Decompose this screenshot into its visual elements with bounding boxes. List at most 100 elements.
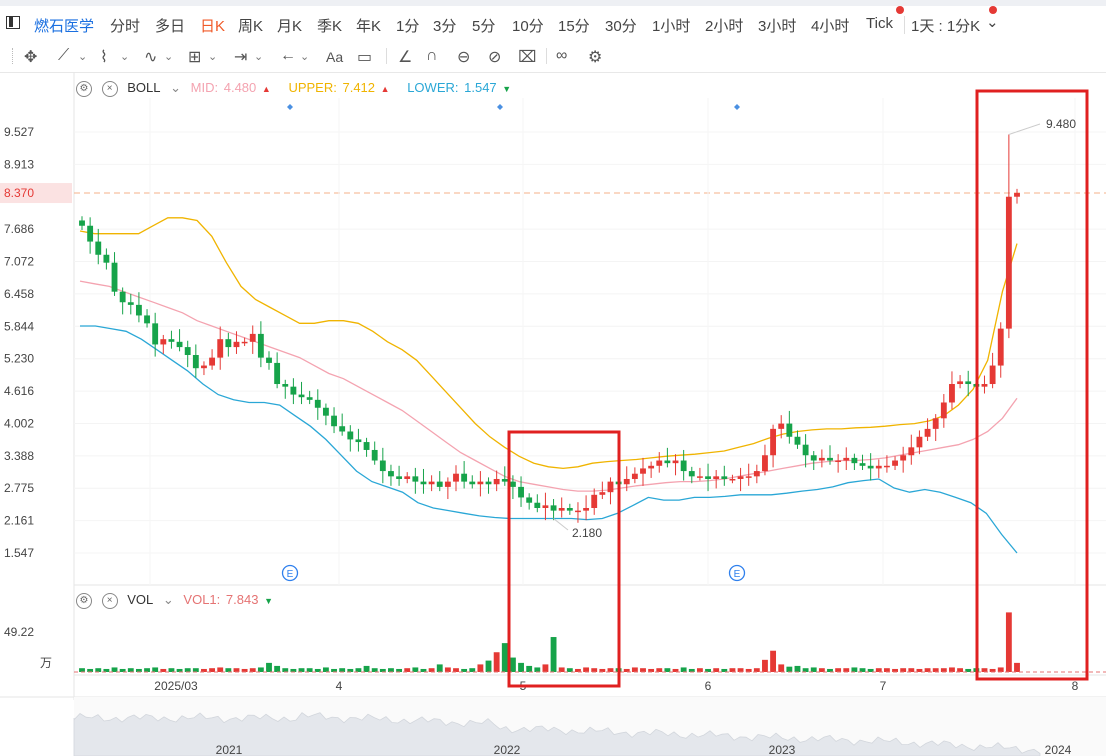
magnet-icon[interactable]: ∩ bbox=[426, 47, 438, 65]
volume-bar bbox=[388, 668, 394, 672]
period-tab[interactable]: 3小时 bbox=[758, 15, 796, 36]
candle-body bbox=[745, 476, 752, 478]
y-tick-label: 8.370 bbox=[4, 186, 34, 200]
period-tab[interactable]: 10分 bbox=[512, 15, 544, 36]
price-chart[interactable]: 9.527 8.913 8.370 7.686 7.072 6.458 5.844 5.230… bbox=[0, 0, 1106, 756]
measure-tool-icon[interactable]: ⊞ bbox=[188, 47, 201, 67]
period-tab[interactable]: 4小时 bbox=[811, 15, 849, 36]
boll-label[interactable]: BOLL bbox=[127, 80, 160, 95]
chevron-down-icon[interactable]: ⌄ bbox=[163, 592, 174, 607]
period-tab[interactable]: 30分 bbox=[605, 15, 637, 36]
period-tab[interactable]: 月K bbox=[277, 15, 302, 36]
volume-bar bbox=[575, 668, 581, 672]
volume-bar bbox=[453, 668, 459, 672]
y-tick-label: 1.547 bbox=[4, 546, 34, 560]
chevron-down-icon[interactable]: ⌄ bbox=[164, 50, 173, 63]
chevron-down-icon[interactable]: ⌄ bbox=[986, 13, 999, 31]
polyline-tool-icon[interactable]: ⌇ bbox=[100, 47, 108, 67]
y-tick-label: 5.844 bbox=[4, 319, 34, 333]
move-icon[interactable]: ✥ bbox=[24, 47, 37, 67]
settings-icon[interactable]: ⚙ bbox=[76, 592, 92, 609]
candle-body bbox=[217, 339, 224, 358]
candle-body bbox=[192, 355, 199, 369]
volume-bar bbox=[257, 667, 264, 672]
settings-icon[interactable]: ⚙ bbox=[588, 47, 602, 67]
candle-body bbox=[713, 476, 720, 479]
chevron-down-icon[interactable]: ⌄ bbox=[254, 50, 263, 63]
candle-body bbox=[770, 428, 777, 456]
volume-bar bbox=[729, 668, 736, 672]
candle-body bbox=[802, 444, 809, 456]
delete-icon[interactable]: ⌧ bbox=[518, 47, 536, 67]
period-tab[interactable]: 日K bbox=[200, 15, 225, 36]
volume-bar bbox=[566, 668, 573, 672]
wave-tool-icon[interactable]: ∿ bbox=[144, 47, 157, 67]
period-tab[interactable]: 1分 bbox=[396, 15, 419, 36]
chevron-down-icon[interactable]: ⌄ bbox=[300, 50, 309, 63]
volume-bar bbox=[550, 637, 557, 672]
volume-bar bbox=[835, 668, 842, 672]
vol-label[interactable]: VOL bbox=[127, 592, 153, 607]
candle-body bbox=[696, 476, 703, 478]
volume-bar bbox=[867, 668, 874, 672]
period-tab[interactable]: 1天 : 1分K bbox=[911, 15, 980, 36]
candle-body bbox=[298, 394, 305, 398]
volume-bar bbox=[371, 668, 378, 672]
volume-bar bbox=[1014, 662, 1020, 672]
line-tool-icon[interactable]: ⟋ bbox=[58, 47, 69, 65]
period-tab[interactable]: 1小时 bbox=[652, 15, 690, 36]
arrow-tool-icon[interactable]: ← bbox=[280, 47, 296, 65]
note-tool-icon[interactable]: ▭ bbox=[357, 47, 372, 67]
layout-toggle-icon[interactable] bbox=[6, 16, 20, 29]
range-tool-icon[interactable]: ⇥ bbox=[234, 47, 247, 67]
candle-body bbox=[379, 460, 386, 472]
candle-body bbox=[583, 507, 590, 511]
angle-tool-icon[interactable]: ∠ bbox=[398, 47, 412, 67]
volume-bar bbox=[778, 664, 785, 672]
period-tab[interactable]: 15分 bbox=[558, 15, 590, 36]
close-icon[interactable]: × bbox=[101, 592, 118, 609]
candle-body bbox=[542, 505, 549, 508]
period-bar: 燃石医学 分时 多日 日K 周K 月K 季K 年K 1分 3分 5分 10分 15分 30分 1小时 2小时… bbox=[0, 6, 1106, 40]
candle-body bbox=[827, 457, 833, 461]
period-tab[interactable]: 3分 bbox=[433, 15, 456, 36]
volume-bar bbox=[1005, 612, 1012, 672]
lock-icon[interactable]: ⊖ bbox=[457, 47, 470, 67]
volume-bar bbox=[965, 668, 972, 672]
period-tab[interactable]: 周K bbox=[238, 15, 263, 36]
y-tick-label: 2.775 bbox=[4, 481, 34, 495]
volume-bar bbox=[436, 664, 443, 672]
volume-bar bbox=[103, 668, 110, 672]
chevron-down-icon[interactable]: ⌄ bbox=[208, 50, 217, 63]
volume-bar bbox=[892, 668, 898, 672]
stock-name[interactable]: 燃石医学 bbox=[34, 15, 94, 36]
chevron-down-icon[interactable]: ⌄ bbox=[120, 50, 129, 63]
period-tab[interactable]: 分时 bbox=[110, 15, 140, 36]
overview-year-label: 2023 bbox=[769, 743, 796, 756]
candle-body bbox=[509, 481, 516, 487]
hide-icon[interactable]: ⊘ bbox=[488, 47, 501, 67]
highlight-box bbox=[507, 430, 621, 688]
up-arrow-icon: ▲ bbox=[380, 84, 390, 94]
period-tab[interactable]: 5分 bbox=[472, 15, 495, 36]
overview-year-label: 2021 bbox=[216, 743, 243, 756]
close-icon[interactable]: × bbox=[101, 80, 118, 97]
period-tab[interactable]: 年K bbox=[356, 15, 381, 36]
text-tool-icon[interactable]: Aa bbox=[326, 49, 343, 65]
volume-bar bbox=[379, 668, 386, 672]
candle-body bbox=[615, 481, 622, 485]
period-tab[interactable]: Tick bbox=[866, 15, 893, 32]
volume-bar bbox=[810, 667, 817, 672]
settings-icon[interactable]: ⚙ bbox=[76, 80, 92, 97]
period-tab[interactable]: 多日 bbox=[155, 15, 185, 36]
candle-body bbox=[997, 328, 1004, 366]
chevron-down-icon[interactable]: ⌄ bbox=[78, 50, 87, 63]
x-tick-label: 4 bbox=[336, 679, 343, 693]
period-tab[interactable]: 季K bbox=[317, 15, 342, 36]
volume-bar bbox=[322, 667, 329, 672]
candle-body bbox=[420, 481, 427, 485]
chevron-down-icon[interactable]: ⌄ bbox=[170, 80, 181, 95]
link-icon[interactable]: ∞ bbox=[556, 47, 567, 65]
period-tab[interactable]: 2小时 bbox=[705, 15, 743, 36]
candle-body bbox=[989, 365, 996, 385]
